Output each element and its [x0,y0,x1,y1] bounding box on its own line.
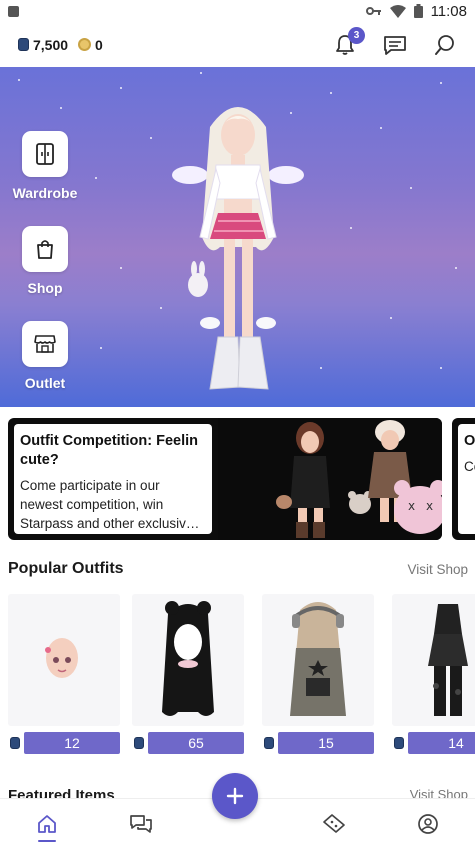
profile-icon [418,813,438,834]
competition-carousel[interactable]: Outfit Competition: Feelin cute? Come pa… [0,418,475,540]
svg-text:x: x [408,499,415,513]
app-screen: 11:08 7,500 0 3 Wardrobe Shop Outlet Out… [0,0,475,848]
clock-time: 11:08 [430,2,467,20]
outfit-price: 65 [148,732,244,754]
gem-icon [10,737,20,749]
shopping-bag-icon [37,240,53,259]
competition-card[interactable]: O T Co ne St [452,418,475,540]
popular-outfits-title: Popular Outfits [8,560,124,577]
outfit-image [262,594,374,726]
messages-button[interactable] [383,33,407,57]
wardrobe-label: Wardrobe [12,185,78,201]
shop-button[interactable]: Shop [12,226,78,296]
outfit-image [392,594,475,726]
competition-card[interactable]: Outfit Competition: Feelin cute? Come pa… [8,418,442,540]
outlet-button[interactable]: Outlet [12,321,78,391]
wardrobe-button[interactable]: Wardrobe [12,131,78,201]
outfit-image [132,594,244,726]
outfit-price: 15 [278,732,374,754]
competition-title: O T [464,433,475,449]
key-icon [365,7,381,15]
popular-outfits-header: Popular Outfits Visit Shop [8,560,468,578]
search-icon [435,34,454,55]
competition-description: Co ne St [464,459,475,474]
svg-text:x: x [426,499,433,513]
outlet-label: Outlet [24,375,66,391]
storefront-icon [34,335,56,353]
coin-amount: 0 [95,36,103,53]
gem-icon [18,38,29,51]
avatar-hero: Wardrobe Shop Outlet [0,67,475,407]
shop-label: Shop [27,280,63,296]
gem-icon [394,737,404,749]
gem-icon [264,737,274,749]
wifi-icon [389,4,406,18]
outfit-card[interactable]: 14 [392,594,475,758]
search-button[interactable] [433,33,457,57]
nav-tickets[interactable] [314,804,354,844]
avatar-figure[interactable] [168,87,308,407]
competition-text-box: O T Co ne St [458,424,475,534]
competition-text-box: Outfit Competition: Feelin cute? Come pa… [14,424,212,534]
outfit-image [8,594,120,726]
competition-title: Outfit Competition: Feelin cute? [20,433,199,468]
outfit-card[interactable]: 12 [8,594,120,758]
outfit-card[interactable]: 65 [132,594,244,758]
gem-icon [134,737,144,749]
chat-bubbles-icon [129,814,152,833]
nav-profile[interactable] [408,804,448,844]
battery-icon [413,4,423,18]
coin-icon [78,38,92,51]
create-button[interactable] [212,773,258,819]
wardrobe-icon [36,143,54,165]
visit-shop-link[interactable]: Visit Shop [407,562,468,577]
outfit-price: 12 [24,732,120,754]
competition-artwork: x x [218,418,442,540]
tickets-icon [323,813,346,833]
message-icon [384,35,406,55]
coin-balance[interactable]: 0 [78,37,103,53]
active-indicator [37,839,56,842]
notification-badge: 3 [348,26,365,44]
outfit-card[interactable]: 15 [262,594,374,758]
status-bar: 11:08 [0,0,475,22]
gem-balance[interactable]: 7,500 [18,37,68,53]
competition-description: Come participate in our newest competiti… [20,478,200,531]
notifications-button[interactable]: 3 [333,26,365,57]
top-header: 7,500 0 3 [0,22,475,67]
home-icon [37,814,56,833]
app-notification-icon [8,5,19,17]
outfit-price: 14 [408,732,475,754]
nav-home[interactable] [27,804,67,844]
nav-chat[interactable] [121,804,161,844]
plus-icon [226,787,244,805]
gem-amount: 7,500 [33,36,69,53]
popular-outfits-list[interactable]: 12 65 15 14 [8,594,475,758]
